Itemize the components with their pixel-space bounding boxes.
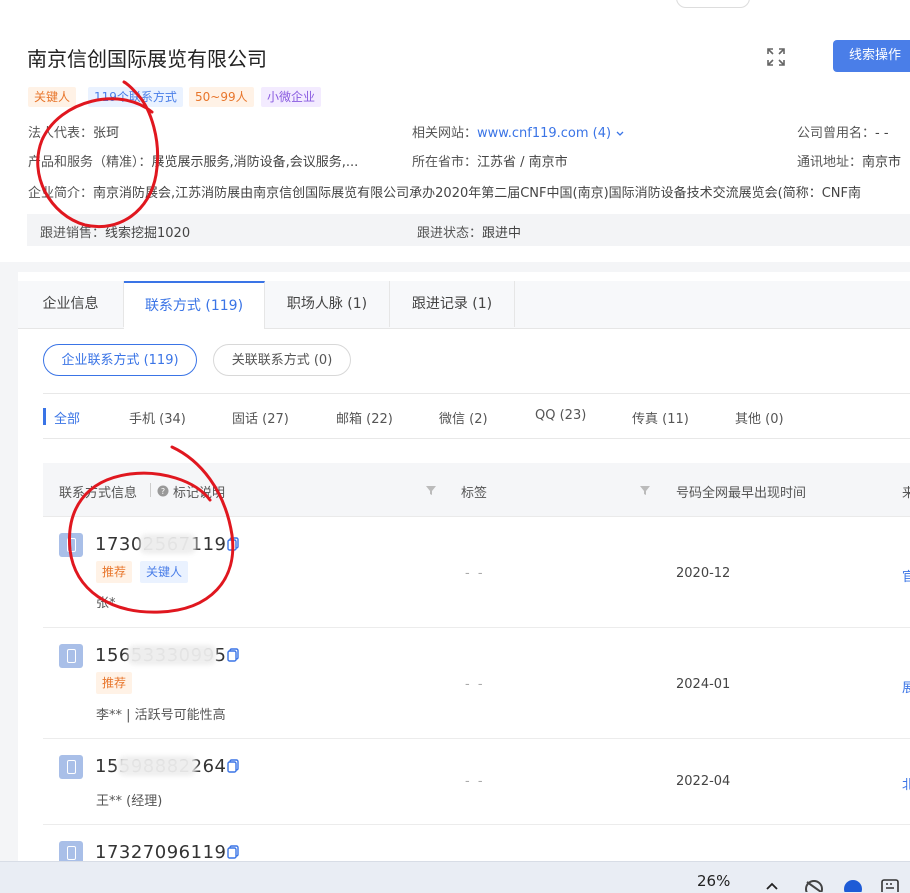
tab-contacts[interactable]: 联系方式 (119) [124,281,265,329]
sales-label: 跟进销售： [40,226,106,241]
intro-label: 企业简介： [28,186,94,201]
tag-column-value: - - [465,774,485,789]
filter-all[interactable]: 全部 [54,408,80,427]
svg-text:?: ? [161,487,165,496]
mobile-phone-icon [59,533,83,557]
first-seen-date: 2024-01 [676,677,731,692]
row-divider [43,627,910,628]
filter-qq[interactable]: QQ (23) [535,408,586,423]
col-tags: 标签 [461,486,488,501]
tag-staff-size: 50~99人 [189,87,254,107]
filter-wechat[interactable]: 微信 (2) [439,408,488,427]
source-link[interactable]: 展 [902,677,910,696]
first-seen-date: 2022-04 [676,774,731,789]
col-first-seen: 号码全网最早出现时间 [676,486,807,501]
col-mark-note[interactable]: 标记说明 [173,482,225,501]
tag-recommended: 推荐 [96,672,133,694]
sales-field: 跟进销售：线索挖掘1020 [40,222,190,241]
subtab-related-contacts[interactable]: 关联联系方式 (0) [213,344,351,376]
subtab-company-contacts[interactable]: 企业联系方式 (119) [43,344,197,376]
status-value: 跟进中 [482,226,522,241]
website-link[interactable]: www.cnf119.com (4) [477,126,611,141]
filter-landline[interactable]: 固话 (27) [232,408,289,427]
phone-number[interactable]: 17327096119 [95,842,226,863]
intro-value: 南京消防展会,江苏消防展由南京信创国际展览有限公司承办2020年第二届CNF中国… [93,186,862,201]
keyboard-icon[interactable] [880,878,902,892]
notification-badge-icon[interactable] [844,878,862,892]
city-label: 所在省市： [412,155,478,170]
status-label: 跟进状态： [417,226,483,241]
tab-followup-records[interactable]: 跟进记录 (1) [390,281,515,327]
tag-key-person: 关键人 [140,561,189,583]
redaction-blur [128,645,216,665]
contact-name: 李** | 活跃号可能性高 [96,708,226,723]
legal-rep-field: 法人代表：张珂 [28,122,119,141]
website-label: 相关网站： [412,126,478,141]
legal-rep-label: 法人代表： [28,126,94,141]
tag-column-value: - - [465,566,485,581]
copy-icon[interactable] [226,845,240,859]
filter-funnel-icon[interactable] [425,484,437,496]
tab-workplace-network[interactable]: 职场人脉 (1) [265,281,390,327]
source-link[interactable]: 官 [902,566,910,585]
mobile-phone-icon [59,644,83,668]
tag-contact-count[interactable]: 119个联系方式 [88,87,183,107]
copy-icon[interactable] [226,537,240,551]
battery-level: 26% [697,872,731,890]
chevron-up-icon[interactable] [764,880,780,892]
tab-company-info[interactable]: 企业信息 [18,281,124,327]
former-name-value: - - [875,126,889,141]
help-icon[interactable]: ? [157,485,169,497]
redaction-blur [140,534,196,554]
website-field: 相关网站：www.cnf119.com (4) [412,122,625,141]
row-divider [43,824,910,825]
company-intro-field: 企业简介：南京消防展会,江苏消防展由南京信创国际展览有限公司承办2020年第二届… [28,182,910,201]
tag-key-person: 关键人 [28,87,77,107]
lead-action-button[interactable]: 线索操作 [833,40,910,72]
copy-icon[interactable] [226,759,240,773]
filter-fax[interactable]: 传真 (11) [632,408,689,427]
col-source: 来 [902,486,910,501]
tag-recommended: 推荐 [96,561,133,583]
copy-icon[interactable] [226,648,240,662]
redaction-blur [118,756,196,776]
address-field: 通讯地址：南京市 [797,151,901,170]
filter-email[interactable]: 邮箱 (22) [336,408,393,427]
filter-active-marker [43,408,46,425]
filter-funnel-icon[interactable] [639,484,651,496]
contact-name: 王** (经理) [96,794,163,809]
network-icon[interactable] [803,878,825,892]
header-separator [150,483,151,497]
tag-company-scale: 小微企业 [261,87,322,107]
col-contact-info: 联系方式信息 [59,486,138,501]
address-value: 南京市 [862,155,902,170]
former-name-label: 公司曾用名： [797,126,876,141]
fullscreen-icon[interactable] [764,45,788,69]
city-field: 所在省市：江苏省 / 南京市 [412,151,568,170]
row-divider [43,738,910,739]
contact-name: 张* [96,596,116,611]
tag-column-value: - - [465,677,485,692]
products-value: 展览展示服务,消防设备,会议服务,... [151,155,359,170]
status-field: 跟进状态：跟进中 [417,222,521,241]
divider [43,393,910,394]
products-label: 产品和服务（精准）： [28,155,152,170]
filter-other[interactable]: 其他 (0) [735,408,784,427]
address-label: 通讯地址： [797,155,863,170]
company-name: 南京信创国际展览有限公司 [27,47,267,71]
products-field: 产品和服务（精准）：展览展示服务,消防设备,会议服务,... [28,151,358,170]
top-toolbar-pill[interactable] [676,0,750,8]
filter-mobile[interactable]: 手机 (34) [129,408,186,427]
source-link[interactable]: 北 [902,774,910,793]
first-seen-date: 2020-12 [676,566,731,581]
legal-rep-value: 张珂 [93,126,120,141]
sales-value: 线索挖掘1020 [105,226,191,241]
city-value: 江苏省 / 南京市 [477,155,568,170]
chevron-down-icon[interactable] [615,129,625,139]
divider [43,438,910,439]
former-name-field: 公司曾用名：- - [797,122,889,141]
mobile-phone-icon [59,755,83,779]
